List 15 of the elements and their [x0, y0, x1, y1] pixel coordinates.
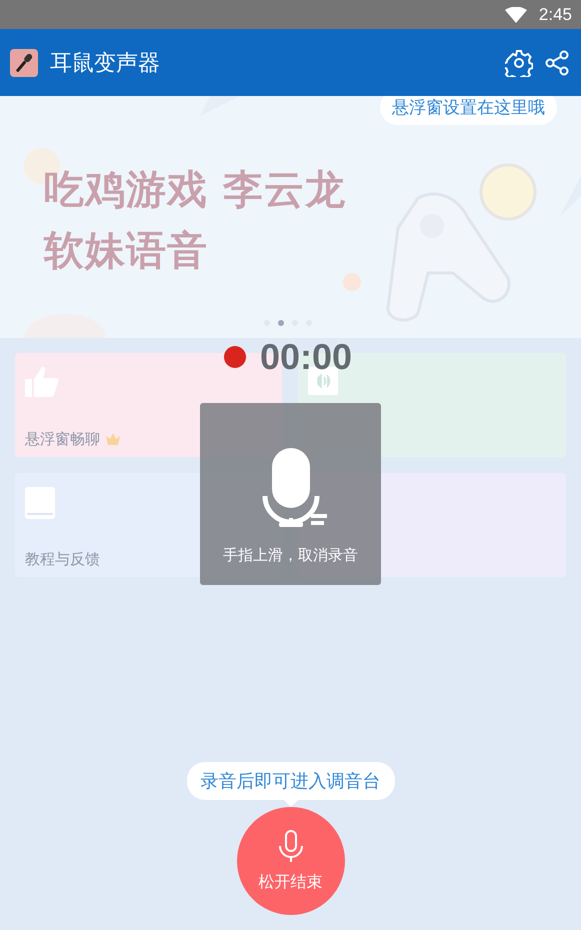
book-icon [25, 487, 55, 519]
microphone-icon [10, 48, 38, 76]
settings-icon[interactable] [505, 48, 533, 76]
record-tooltip: 录音后即可进入调音台 [186, 762, 394, 807]
microphone-icon [278, 830, 304, 864]
banner-headline: 吃鸡游戏 李云龙 [44, 166, 346, 215]
tile-label: 悬浮窗畅聊 [25, 430, 100, 449]
wifi-icon [504, 6, 527, 22]
record-button[interactable]: 松开结束 [236, 807, 344, 915]
settings-tooltip: 悬浮窗设置在这里哦 [380, 96, 557, 125]
tile-label: 教程与反馈 [25, 550, 100, 569]
share-icon[interactable] [545, 50, 569, 76]
app-title: 耳鼠变声器 [50, 50, 161, 78]
clock-time: 2:45 [538, 4, 572, 24]
banner-headline: 软妹语音 [44, 227, 209, 276]
